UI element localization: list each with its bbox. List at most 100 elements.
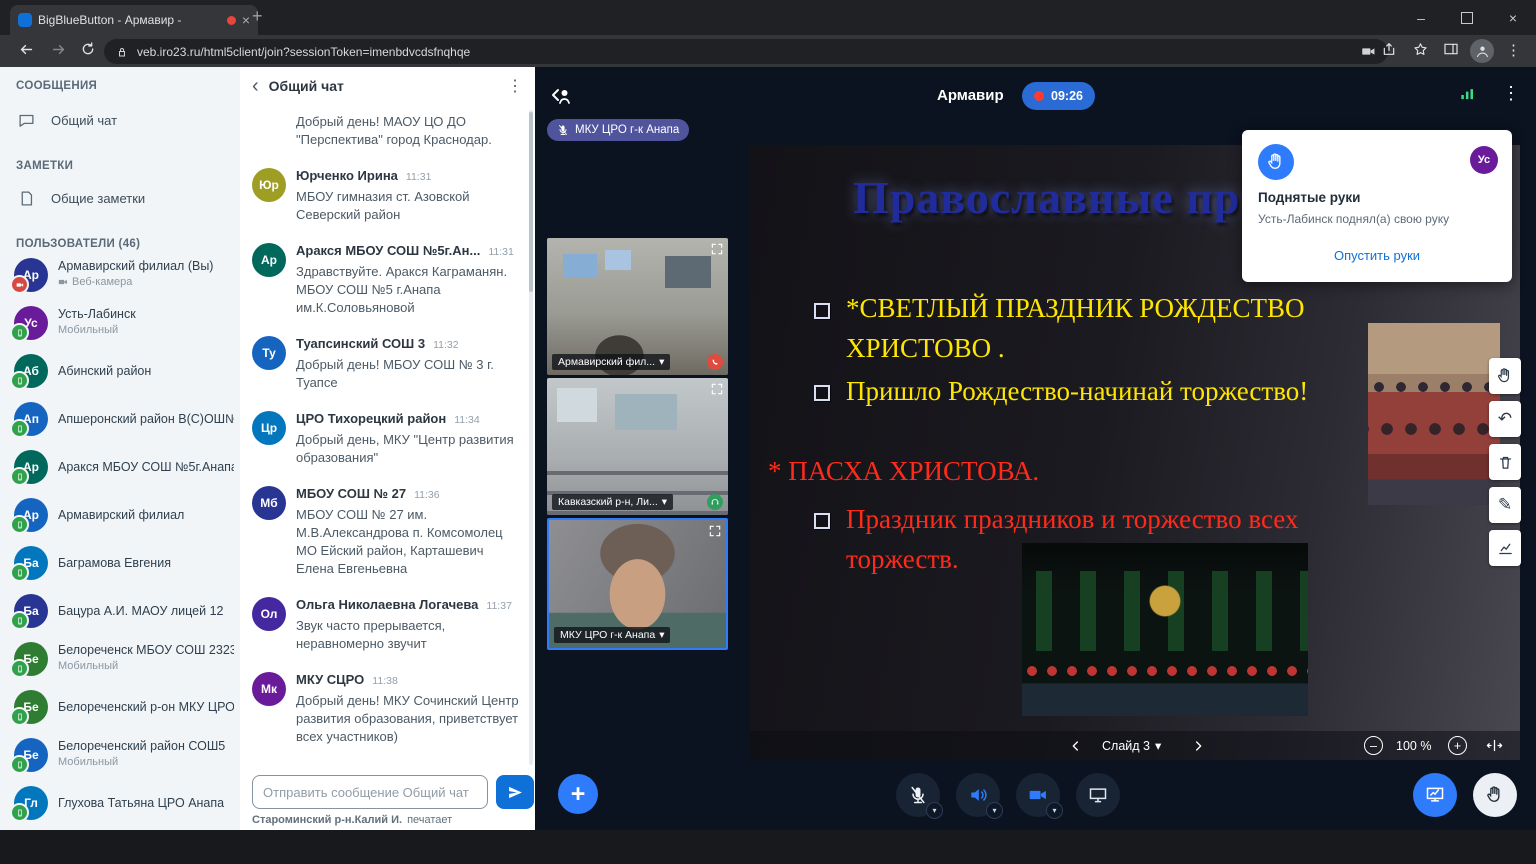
user-list-item[interactable]: Ба Баграмова Евгения: [0, 539, 240, 587]
webcam-options-chevron[interactable]: ▾: [1046, 802, 1063, 819]
fullscreen-icon[interactable]: [710, 382, 724, 396]
bbb-favicon: [18, 13, 32, 27]
webcam-tile-active-speaker: МКУ ЦРО г-к Анапа▾: [547, 518, 728, 650]
avatar: Ба: [14, 546, 48, 580]
user-list-item[interactable]: Ап Апшеронский район В(С)ОШ№1: [0, 395, 240, 443]
chat-message-list[interactable]: Добрый день! МАОУ ЦО ДО "Перспектива" го…: [252, 106, 524, 770]
user-list-item[interactable]: Бе Белореченский р-он МКУ ЦРО: [0, 683, 240, 731]
lower-hands-button[interactable]: Опустить руки: [1242, 248, 1512, 263]
user-list-item[interactable]: Аб Абинский район: [0, 347, 240, 395]
webcam-name-dropdown[interactable]: Кавказский р-н, Ли...▾: [552, 494, 673, 510]
user-substatus: Веб-камера: [58, 276, 132, 288]
actions-plus-button[interactable]: +: [558, 774, 598, 814]
mobile-status-badge: [10, 419, 29, 438]
mic-options-chevron[interactable]: ▾: [926, 802, 943, 819]
user-list-item[interactable]: Бе Белореченск МБОУ СОШ 2323 Мобильный: [0, 635, 240, 683]
bookmark-star-icon[interactable]: [1412, 41, 1429, 58]
message-time: 11:32: [433, 339, 459, 351]
audio-settings-button[interactable]: ▾: [956, 773, 1000, 817]
browser-tab[interactable]: BigBlueButton - Армавир - ×: [10, 5, 258, 35]
user-list-item[interactable]: Ба Бацура А.И. МАОУ лицей 12: [0, 587, 240, 635]
screenshare-button[interactable]: [1076, 773, 1120, 817]
meeting-options-kebab-icon[interactable]: ⋮: [1502, 83, 1520, 104]
muted-talker-indicator[interactable]: МКУ ЦРО г-к Анапа: [547, 119, 689, 141]
sidebar-item-public-chat[interactable]: Общий чат: [18, 112, 117, 129]
tab-title: BigBlueButton - Армавир -: [38, 13, 221, 27]
padlock-icon: [116, 46, 128, 58]
chat-message-input[interactable]: [252, 775, 488, 809]
avatar: Ар: [252, 243, 286, 277]
windows-taskbar: [0, 830, 1536, 864]
maximize-icon: [1461, 12, 1473, 24]
side-panel-icon[interactable]: [1443, 41, 1459, 57]
message-time: 11:31: [488, 246, 514, 258]
mobile-status-badge: [10, 563, 29, 582]
avatar: Мк: [252, 672, 286, 706]
user-list-item[interactable]: Гл Глухова Татьяна ЦРО Анапа: [0, 779, 240, 827]
avatar: Ол: [252, 597, 286, 631]
restore-presentation-button[interactable]: [1413, 773, 1457, 817]
chat-options-kebab-icon[interactable]: ⋮: [507, 76, 523, 96]
user-list-item[interactable]: Ар Аракся МБОУ СОШ №5г.Анапа: [0, 443, 240, 491]
chevron-down-icon: ▾: [659, 629, 664, 641]
user-name: Белореченский район СОШ5: [58, 739, 225, 753]
avatar: Ту: [252, 336, 286, 370]
user-list-item[interactable]: Ар Армавирский филиал (Вы) Веб-камера: [0, 251, 240, 299]
camera-in-use-icon[interactable]: [1361, 44, 1376, 59]
next-slide-button[interactable]: [1190, 731, 1206, 760]
hand-tool-button[interactable]: [1489, 358, 1521, 394]
presentation-toolbar: Слайд 3▾ – 100 % +: [750, 731, 1520, 760]
forward-button[interactable]: [50, 41, 67, 58]
users-header: ПОЛЬЗОВАТЕЛИ (46): [16, 238, 140, 250]
hide-userlist-icon[interactable]: [549, 84, 573, 108]
window-maximize-button[interactable]: [1444, 0, 1490, 35]
chat-message: Ол Ольга Николаевна Логачева11:37 Звук ч…: [252, 597, 524, 653]
fit-width-button[interactable]: [1486, 731, 1503, 760]
slide-number-dropdown[interactable]: Слайд 3▾: [1102, 731, 1161, 760]
user-list-item[interactable]: Ар Армавирский филиал: [0, 491, 240, 539]
zoom-out-button[interactable]: –: [1364, 731, 1383, 760]
multiuser-whiteboard-button[interactable]: [1489, 530, 1521, 566]
fullscreen-icon[interactable]: [710, 242, 724, 256]
message-text: Здравствуйте. Аракся Каграманян. МБОУ СО…: [296, 263, 524, 317]
chat-message: Ту Туапсинский СОШ 311:32 Добрый день! М…: [252, 336, 524, 392]
audio-options-chevron[interactable]: ▾: [986, 802, 1003, 819]
browser-menu-kebab-icon[interactable]: ⋮: [1506, 41, 1521, 59]
chat-scrollbar-thumb[interactable]: [529, 112, 533, 292]
send-message-button[interactable]: [496, 775, 534, 809]
window-close-button[interactable]: ×: [1490, 0, 1536, 35]
message-time: 11:38: [372, 675, 398, 687]
connection-status-icon[interactable]: [1458, 85, 1478, 105]
new-tab-button[interactable]: +: [252, 6, 263, 27]
message-time: 11:34: [454, 414, 480, 426]
avatar: Ус: [14, 306, 48, 340]
chat-back-icon[interactable]: ‹: [252, 76, 259, 96]
window-minimize-button[interactable]: –: [1398, 0, 1444, 35]
mute-microphone-button[interactable]: ▾: [896, 773, 940, 817]
recording-indicator[interactable]: 09:26: [1022, 82, 1095, 110]
pen-tool-button[interactable]: ✎: [1489, 487, 1521, 523]
reload-button[interactable]: [80, 41, 96, 57]
avatar: Мб: [252, 486, 286, 520]
share-icon[interactable]: [1381, 41, 1397, 57]
clear-annotations-button[interactable]: [1489, 444, 1521, 480]
webcam-button[interactable]: ▾: [1016, 773, 1060, 817]
zoom-in-button[interactable]: +: [1448, 731, 1467, 760]
webcam-name-dropdown[interactable]: Армавирский фил...▾: [552, 354, 670, 370]
previous-slide-button[interactable]: [1068, 731, 1084, 760]
fullscreen-icon[interactable]: [708, 524, 722, 538]
mobile-status-badge: [10, 323, 29, 342]
webcam-name-dropdown[interactable]: МКУ ЦРО г-к Анапа▾: [554, 627, 670, 643]
user-list-item[interactable]: Бе Белореченский район СОШ5 Мобильный: [0, 731, 240, 779]
raise-hand-button[interactable]: [1473, 773, 1517, 817]
slide-bullet-text: *СВЕТЛЫЙ ПРАЗДНИК РОЖДЕСТВО ХРИСТОВО .: [846, 288, 1370, 368]
user-list-item[interactable]: Ус Усть-Лабинск Мобильный: [0, 299, 240, 347]
profile-avatar[interactable]: [1470, 39, 1494, 63]
back-button[interactable]: [18, 41, 35, 58]
message-text: Добрый день! МАОУ ЦО ДО "Перспектива" го…: [296, 113, 524, 149]
sidebar-item-shared-notes[interactable]: Общие заметки: [18, 190, 145, 207]
tab-close-icon[interactable]: ×: [242, 12, 250, 28]
user-substatus: Мобильный: [58, 756, 118, 768]
address-bar[interactable]: veb.iro23.ru/html5client/join?sessionTok…: [104, 39, 1388, 64]
undo-button[interactable]: ↶: [1489, 401, 1521, 437]
